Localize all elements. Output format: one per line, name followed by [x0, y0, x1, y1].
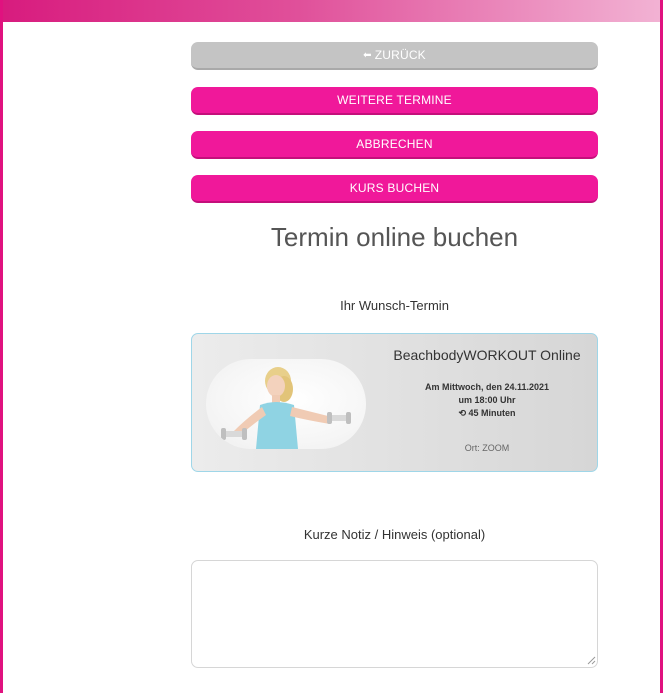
course-name: BeachbodyWORKOUT Online — [393, 347, 581, 363]
back-arrow-icon: ⬅ — [363, 49, 372, 61]
resize-grip-icon[interactable] — [586, 655, 596, 665]
page-title: Termin online buchen — [270, 222, 519, 252]
cancel-button[interactable]: ABBRECHEN — [191, 131, 598, 159]
back-button[interactable]: ⬅ ZURÜCK — [191, 42, 598, 70]
appointment-card: BeachbodyWORKOUT Online Am Mittwoch, den… — [191, 333, 598, 472]
course-duration-value: 45 Minuten — [468, 408, 516, 418]
wish-appointment-label: Ihr Wunsch-Termin — [340, 298, 449, 313]
course-date: Am Mittwoch, den 24.11.2021 — [424, 382, 550, 392]
cancel-label: ABBRECHEN — [356, 137, 433, 151]
more-dates-label: WEITERE TERMINE — [337, 93, 452, 107]
course-location: Ort: ZOOM — [464, 443, 510, 453]
back-button-label: ZURÜCK — [374, 48, 426, 62]
book-course-label: KURS BUCHEN — [349, 181, 440, 195]
more-dates-button[interactable]: WEITERE TERMINE — [191, 87, 598, 115]
fitness-woman-image — [221, 367, 351, 449]
clock-rewind-icon: ⟲ — [458, 408, 466, 418]
book-course-button[interactable]: KURS BUCHEN — [191, 175, 598, 203]
course-time: um 18:00 Uhr — [458, 395, 516, 405]
course-photo — [206, 359, 366, 449]
note-label: Kurze Notiz / Hinweis (optional) — [303, 527, 486, 542]
course-duration: ⟲ 45 Minuten — [382, 408, 592, 419]
note-textarea[interactable] — [191, 560, 598, 668]
